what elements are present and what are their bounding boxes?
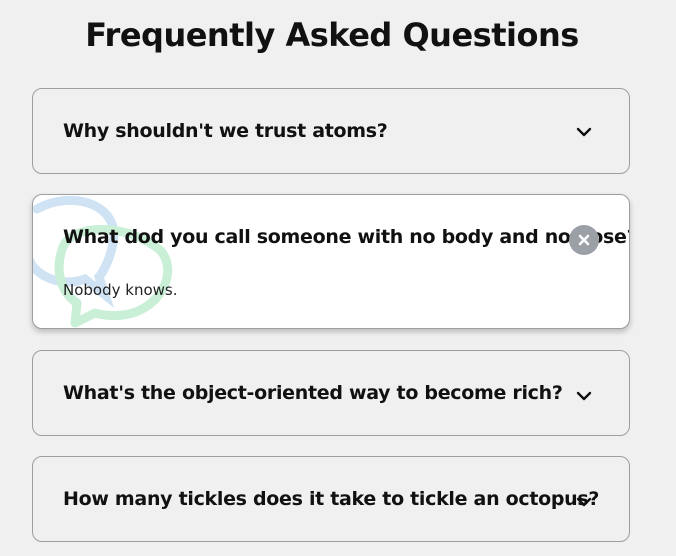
chevron-down-icon <box>576 497 592 507</box>
chat-bubbles-icon <box>33 195 173 328</box>
faq-item-active: What dod you call someone with no body a… <box>32 194 630 329</box>
faq-toggle-button[interactable] <box>569 487 599 517</box>
faq-item: How many tickles does it take to tickle … <box>32 456 630 542</box>
faq-item: What's the object-oriented way to become… <box>32 350 630 436</box>
page-title: Frequently Asked Questions <box>85 16 579 54</box>
close-icon <box>578 234 590 246</box>
faq-question: How many tickles does it take to tickle … <box>63 488 600 510</box>
chevron-down-icon <box>576 391 592 401</box>
faq-toggle-button[interactable] <box>569 117 599 147</box>
faq-item: Why shouldn't we trust atoms? <box>32 88 630 174</box>
faq-question: What's the object-oriented way to become… <box>63 382 563 404</box>
faq-toggle-button[interactable] <box>569 381 599 411</box>
faq-page: Frequently Asked Questions Why shouldn't… <box>0 0 676 556</box>
faq-answer: Nobody knows. <box>63 281 178 299</box>
faq-question: Why shouldn't we trust atoms? <box>63 120 388 142</box>
faq-question: What dod you call someone with no body a… <box>63 226 630 248</box>
faq-close-button[interactable] <box>569 225 599 255</box>
chevron-down-icon <box>576 127 592 137</box>
